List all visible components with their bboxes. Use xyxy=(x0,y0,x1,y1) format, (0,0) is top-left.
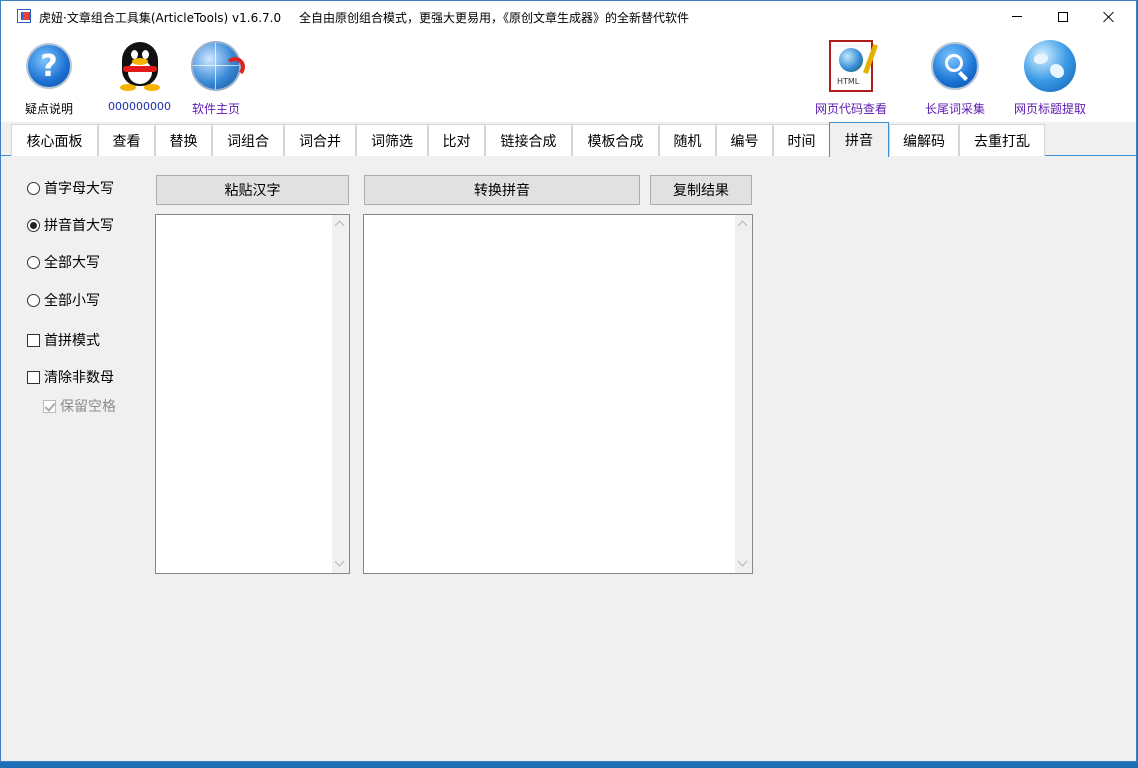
homepage-button[interactable]: 软件主页 xyxy=(188,38,245,117)
tab-time[interactable]: 时间 xyxy=(773,124,830,156)
scroll-up-icon[interactable] xyxy=(737,220,748,231)
tab-word-combine[interactable]: 词组合 xyxy=(212,124,284,156)
tab-pinyin[interactable]: 拼音 xyxy=(829,122,889,157)
app-window: 虎妞·文章组合工具集(ArticleTools) v1.6.7.0 全自由原创组… xyxy=(0,0,1137,762)
output-textarea[interactable] xyxy=(363,214,753,574)
checkbox-label: 首拼模式 xyxy=(44,333,100,349)
output-scrollbar[interactable] xyxy=(735,215,752,573)
copy-result-button[interactable]: 复制结果 xyxy=(650,175,752,205)
longtail-keyword-label: 长尾词采集 xyxy=(925,102,986,116)
qq-penguin-icon xyxy=(112,38,168,94)
checkbox-keep-spaces: 保留空格 xyxy=(43,396,116,416)
checkbox-clear-non-alnum[interactable]: 清除非数母 xyxy=(27,367,114,387)
radio-label: 全部小写 xyxy=(44,293,100,309)
help-button[interactable]: ? 疑点说明 xyxy=(21,38,77,117)
tab-view[interactable]: 查看 xyxy=(98,124,155,156)
html-viewer-label: 网页代码查看 xyxy=(815,102,888,116)
tab-replace[interactable]: 替换 xyxy=(155,124,212,156)
tab-dedupe-shuffle[interactable]: 去重打乱 xyxy=(959,124,1045,156)
maximize-button[interactable] xyxy=(1040,1,1086,32)
tab-link-compose[interactable]: 链接合成 xyxy=(485,124,572,156)
minimize-button[interactable] xyxy=(994,1,1040,32)
tab-encode-decode[interactable]: 编解码 xyxy=(889,124,959,156)
radio-pinyin-capitalize[interactable]: 拼音首大写 xyxy=(27,215,114,235)
checkbox-box xyxy=(43,399,56,413)
radio-circle[interactable] xyxy=(27,218,40,232)
window-title: 虎妞·文章组合工具集(ArticleTools) v1.6.7.0 xyxy=(39,11,282,25)
convert-pinyin-button[interactable]: 转换拼音 xyxy=(364,175,640,205)
input-textarea[interactable] xyxy=(155,214,350,574)
longtail-keyword-button[interactable]: 长尾词采集 xyxy=(925,38,985,117)
title-extract-button[interactable]: 网页标题提取 xyxy=(1014,38,1086,117)
tab-strip: 核心面板 查看 替换 词组合 词合并 词筛选 比对 链接合成 模板合成 随机 编… xyxy=(1,122,1136,157)
tab-template-compose[interactable]: 模板合成 xyxy=(572,124,659,156)
globe-arrow-icon xyxy=(188,38,245,94)
radio-all-lower[interactable]: 全部小写 xyxy=(27,290,100,310)
help-label: 疑点说明 xyxy=(24,102,73,116)
scroll-up-icon[interactable] xyxy=(334,220,345,231)
checkbox-label: 清除非数母 xyxy=(44,370,114,386)
globe-icon xyxy=(1022,38,1078,94)
html-viewer-button[interactable]: HTML 网页代码查看 xyxy=(815,38,887,117)
tab-random[interactable]: 随机 xyxy=(659,124,716,156)
radio-circle[interactable] xyxy=(27,255,40,269)
radio-label: 全部大写 xyxy=(44,255,100,271)
checkbox-label: 保留空格 xyxy=(60,399,116,415)
homepage-label: 软件主页 xyxy=(191,102,240,116)
tab-word-filter[interactable]: 词筛选 xyxy=(356,124,428,156)
paste-chinese-button[interactable]: 粘贴汉字 xyxy=(156,175,349,205)
close-icon xyxy=(1103,11,1115,23)
qq-number-label: 000000000 xyxy=(108,100,171,113)
radio-label: 首字母大写 xyxy=(44,181,114,197)
checkbox-initials-mode[interactable]: 首拼模式 xyxy=(27,330,100,350)
tab-word-merge[interactable]: 词合并 xyxy=(284,124,356,156)
html-document-icon: HTML xyxy=(823,38,879,94)
checkbox-box[interactable] xyxy=(27,370,40,384)
tab-compare[interactable]: 比对 xyxy=(428,124,485,156)
radio-initial-upper[interactable]: 首字母大写 xyxy=(27,178,114,198)
qq-button[interactable]: 000000000 xyxy=(108,38,171,113)
close-button[interactable] xyxy=(1086,1,1132,32)
window-slogan: 全自由原创组合模式，更强大更易用，《原创文章生成器》的全新替代软件 xyxy=(299,11,690,25)
input-scrollbar[interactable] xyxy=(332,215,349,573)
scroll-down-icon[interactable] xyxy=(737,556,748,567)
checkbox-box[interactable] xyxy=(27,333,40,347)
tab-core-panel[interactable]: 核心面板 xyxy=(11,124,98,156)
search-icon xyxy=(927,38,983,94)
scroll-down-icon[interactable] xyxy=(334,556,345,567)
radio-all-upper[interactable]: 全部大写 xyxy=(27,252,100,272)
tab-numbering[interactable]: 编号 xyxy=(716,124,773,156)
radio-circle[interactable] xyxy=(27,293,40,307)
title-bar: 虎妞·文章组合工具集(ArticleTools) v1.6.7.0 全自由原创组… xyxy=(1,1,1136,32)
pinyin-panel: 首字母大写 拼音首大写 全部大写 全部小写 首拼模式 清除非数母 保留空格 粘贴… xyxy=(1,157,1136,761)
radio-label: 拼音首大写 xyxy=(44,218,114,234)
maximize-icon xyxy=(1058,11,1068,22)
toolbar: ? 疑点说明 000000000 软件主页 HTML 网页代码查看 长尾词采集 … xyxy=(1,32,1136,122)
help-icon: ? xyxy=(21,38,77,94)
radio-circle[interactable] xyxy=(27,181,40,195)
title-extract-label: 网页标题提取 xyxy=(1014,102,1087,116)
app-icon xyxy=(17,9,31,23)
minimize-icon xyxy=(1012,16,1022,17)
